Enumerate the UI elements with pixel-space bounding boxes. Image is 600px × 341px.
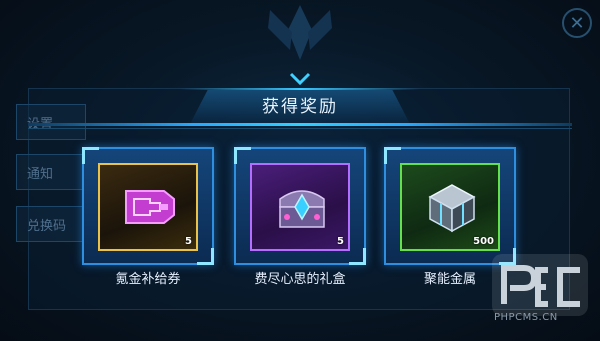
menu-item-label: 通知: [27, 166, 54, 182]
reward-name: 费尽心思的礼盒: [254, 272, 346, 287]
reward-name: 氪金补给券: [115, 272, 181, 287]
reward-quantity: 5: [185, 236, 192, 247]
chevron-down-icon: [289, 72, 311, 86]
close-icon[interactable]: ✕: [562, 8, 592, 38]
reward-frame: 5: [234, 147, 366, 265]
reward-quantity: 500: [473, 236, 494, 247]
reward-screen: ✕ 设置 通知 兑换码 兑换 获得奖励 5 氪金补给券: [0, 0, 600, 341]
menu-item-notice[interactable]: 通知: [16, 154, 86, 190]
watermark-text: PHPCMS.CN: [494, 312, 558, 323]
reward-slot: 5: [250, 163, 350, 251]
reward-frame: 500: [384, 147, 516, 265]
reward-card[interactable]: 5 费尽心思的礼盒: [234, 147, 366, 293]
menu-item-label: 兑换码: [27, 218, 67, 234]
reward-frame: 5: [82, 147, 214, 265]
banner-divider-shadow: [28, 128, 572, 129]
coupon-icon: [125, 190, 175, 224]
banner-top-line: [180, 88, 420, 90]
emblem-icon: [268, 5, 332, 60]
banner-divider: [28, 123, 572, 126]
metal-cube-icon: [428, 184, 476, 233]
treasure-chest-icon: [279, 190, 325, 228]
menu-item-settings[interactable]: 设置: [16, 104, 86, 140]
dialog-title: 获得奖励: [262, 97, 338, 117]
reward-card[interactable]: 5 氪金补给券: [82, 147, 214, 293]
reward-quantity: 5: [337, 236, 344, 247]
reward-slot: 500: [400, 163, 500, 251]
reward-slot: 5: [98, 163, 198, 251]
menu-item-redeem[interactable]: 兑换码: [16, 206, 86, 242]
